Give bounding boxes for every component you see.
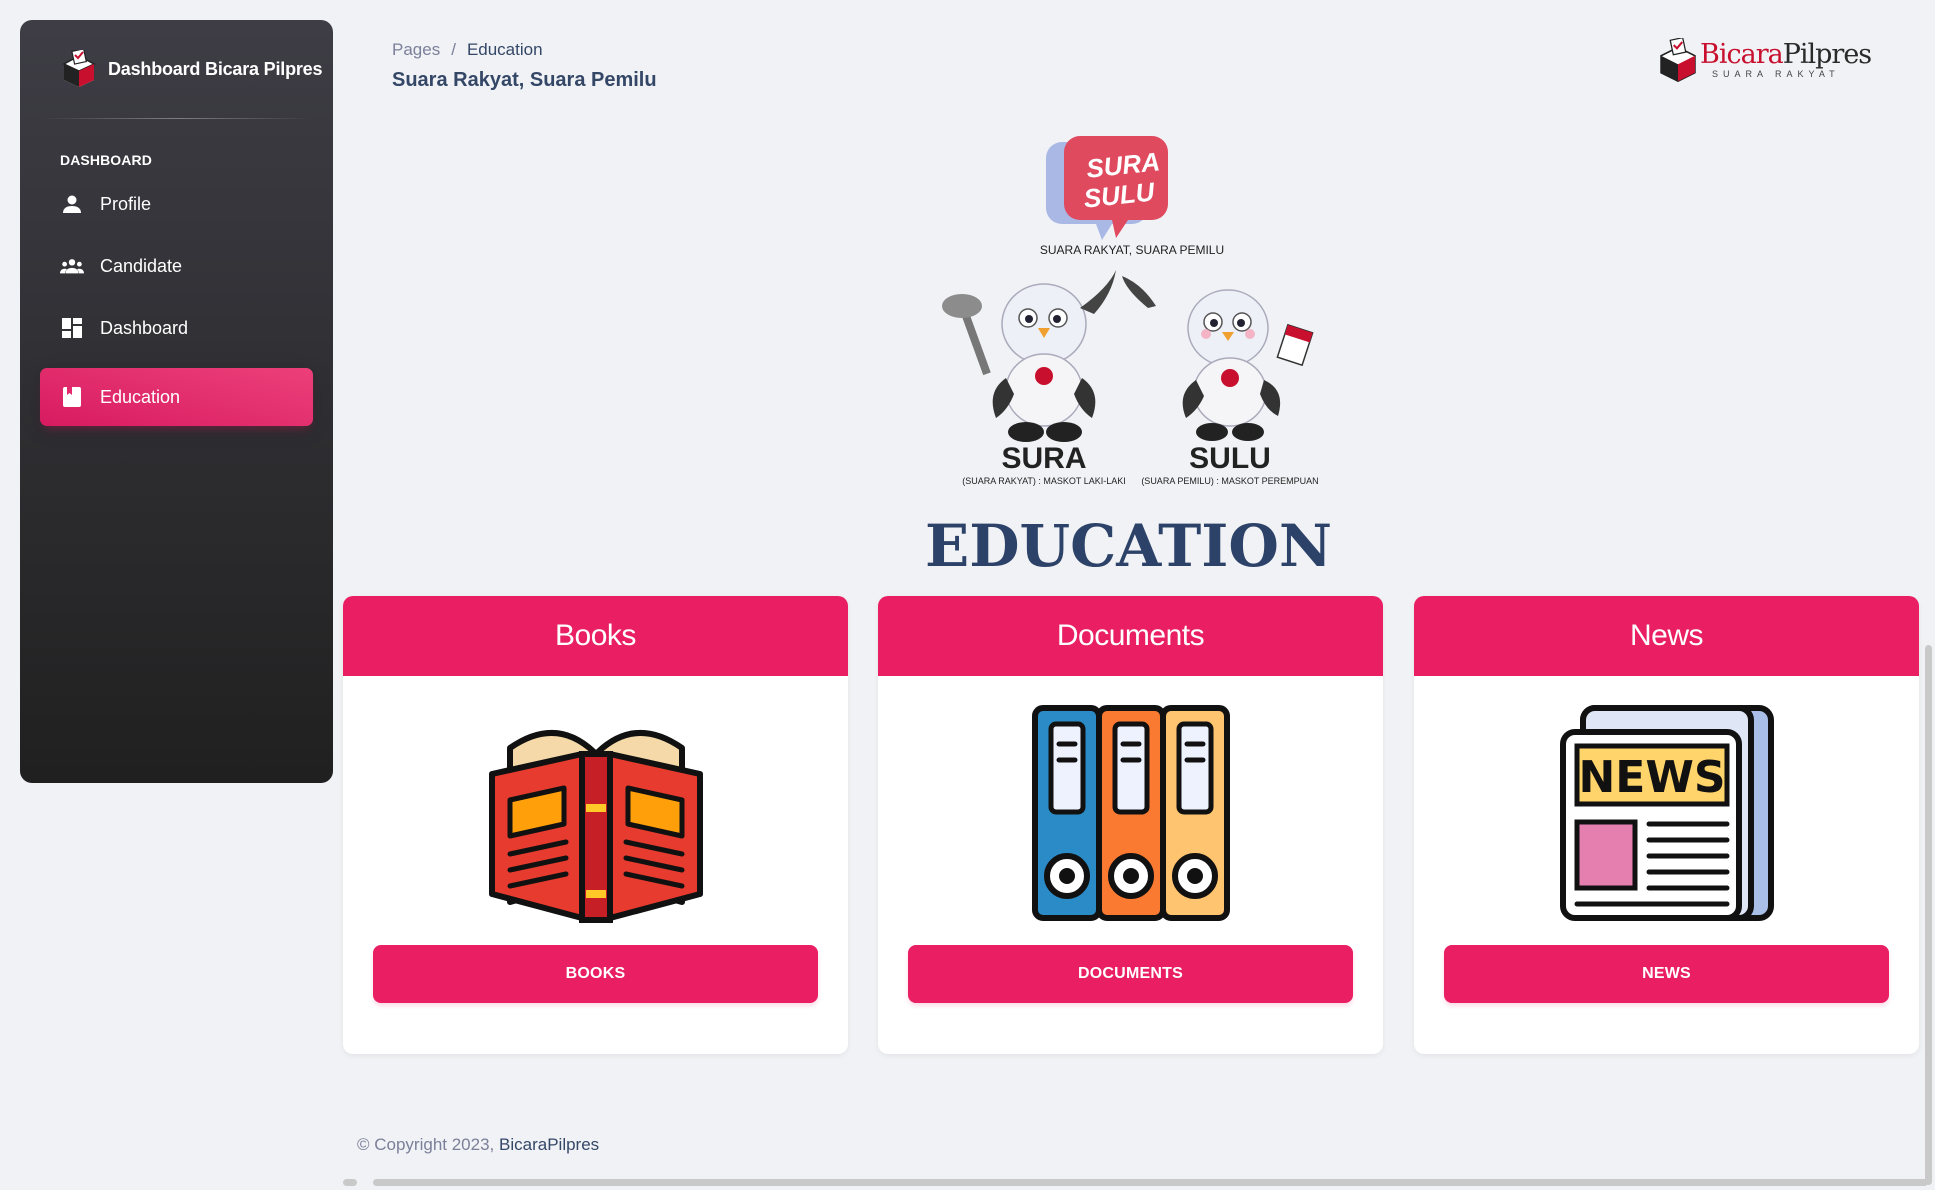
logo-brand-red: Bicara (1700, 39, 1784, 70)
footer-brand-link[interactable]: BicaraPilpres (499, 1135, 599, 1154)
breadcrumb-current: Education (466, 40, 543, 59)
news-card-title: News (1414, 596, 1919, 676)
person-icon (60, 192, 84, 216)
mascot-left-caption: (SUARA RAKYAT) : MASKOT LAKI-LAKI (962, 476, 1126, 486)
sura-sulu-mascot-image: SURA SULU SUARA RAKYAT, SUARA PEMILU SUR… (942, 136, 1319, 486)
education-heading-wrap: EDUCATION (0, 512, 1935, 580)
svg-text:NEWS: NEWS (1578, 752, 1725, 803)
documents-card: Documents DOCUMENTS (878, 596, 1383, 1054)
logo-tagline: SUARA RAKYAT (1712, 69, 1840, 79)
books-card: Books BOOKS (343, 596, 848, 1054)
group-icon (60, 254, 84, 278)
mascot-left-name: SURA (1001, 442, 1086, 475)
brand-title: Dashboard Bicara Pilpres (108, 58, 323, 79)
books-button[interactable]: BOOKS (373, 945, 818, 1003)
page-title: Suara Rakyat, Suara Pemilu (392, 69, 657, 91)
bicarapilpres-logo[interactable]: BicaraPilpres SUARA RAKYAT (1660, 38, 1872, 82)
mascot-tagline: SUARA RAKYAT, SUARA PEMILU (1040, 243, 1224, 257)
sidebar-item-label: Dashboard (100, 317, 189, 338)
sidebar: Dashboard Bicara Pilpres DASHBOARD Profi… (20, 20, 333, 783)
footer-copyright: © Copyright 2023, BicaraPilpres (357, 1135, 599, 1155)
documents-card-title: Documents (878, 596, 1383, 676)
mascot-right-caption: (SUARA PEMILU) : MASKOT PEREMPUAN (1141, 476, 1318, 486)
ballot-box-logo-icon (1660, 38, 1696, 82)
horizontal-scrollbar-thumb[interactable] (373, 1179, 1928, 1186)
education-heading: EDUCATION (925, 512, 1332, 580)
horizontal-scrollbar[interactable] (343, 1177, 1928, 1186)
scrollbar-left-nub[interactable] (343, 1179, 357, 1186)
mascot-right-name: SULU (1189, 442, 1271, 475)
logo-brand-dark: Pilpres (1782, 39, 1872, 70)
news-card: News NEWS NEWS (1414, 596, 1919, 1054)
news-button[interactable]: NEWS (1444, 945, 1889, 1003)
breadcrumb-pages-link[interactable]: Pages (392, 40, 440, 60)
breadcrumb: Pages / Education (392, 40, 543, 60)
ballot-box-logo-icon (62, 50, 96, 87)
sidebar-item-candidate[interactable]: Candidate (40, 238, 313, 294)
sidebar-item-label: Education (100, 386, 181, 407)
open-book-icon (488, 729, 703, 923)
breadcrumb-separator: / (451, 40, 456, 59)
footer-copyright-text: © Copyright 2023, (357, 1135, 495, 1154)
sidebar-item-dashboard[interactable]: Dashboard (40, 300, 313, 356)
sidebar-item-profile[interactable]: Profile (40, 176, 313, 232)
newspaper-icon: NEWS (1559, 705, 1774, 921)
sidebar-item-label: Profile (100, 193, 152, 214)
sulu-mascot-figure: SULU (SUARA PEMILU) : MASKOT PEREMPUAN (1122, 276, 1319, 486)
sidebar-item-label: Candidate (100, 255, 183, 276)
sidebar-section-label: DASHBOARD (60, 152, 152, 168)
vertical-scrollbar-thumb[interactable] (1925, 645, 1932, 1185)
vertical-scrollbar[interactable] (1924, 645, 1933, 1185)
sidebar-item-education[interactable]: Education (40, 368, 313, 426)
documents-button[interactable]: DOCUMENTS (908, 945, 1353, 1003)
sura-mascot-figure: SURA (SUARA RAKYAT) : MASKOT LAKI-LAKI (942, 270, 1126, 486)
book-icon (60, 385, 84, 409)
dashboard-icon (60, 316, 84, 340)
sidebar-brand[interactable]: Dashboard Bicara Pilpres (20, 20, 333, 118)
sidebar-divider (40, 118, 313, 119)
binders-icon (1031, 705, 1230, 921)
books-card-title: Books (343, 596, 848, 676)
